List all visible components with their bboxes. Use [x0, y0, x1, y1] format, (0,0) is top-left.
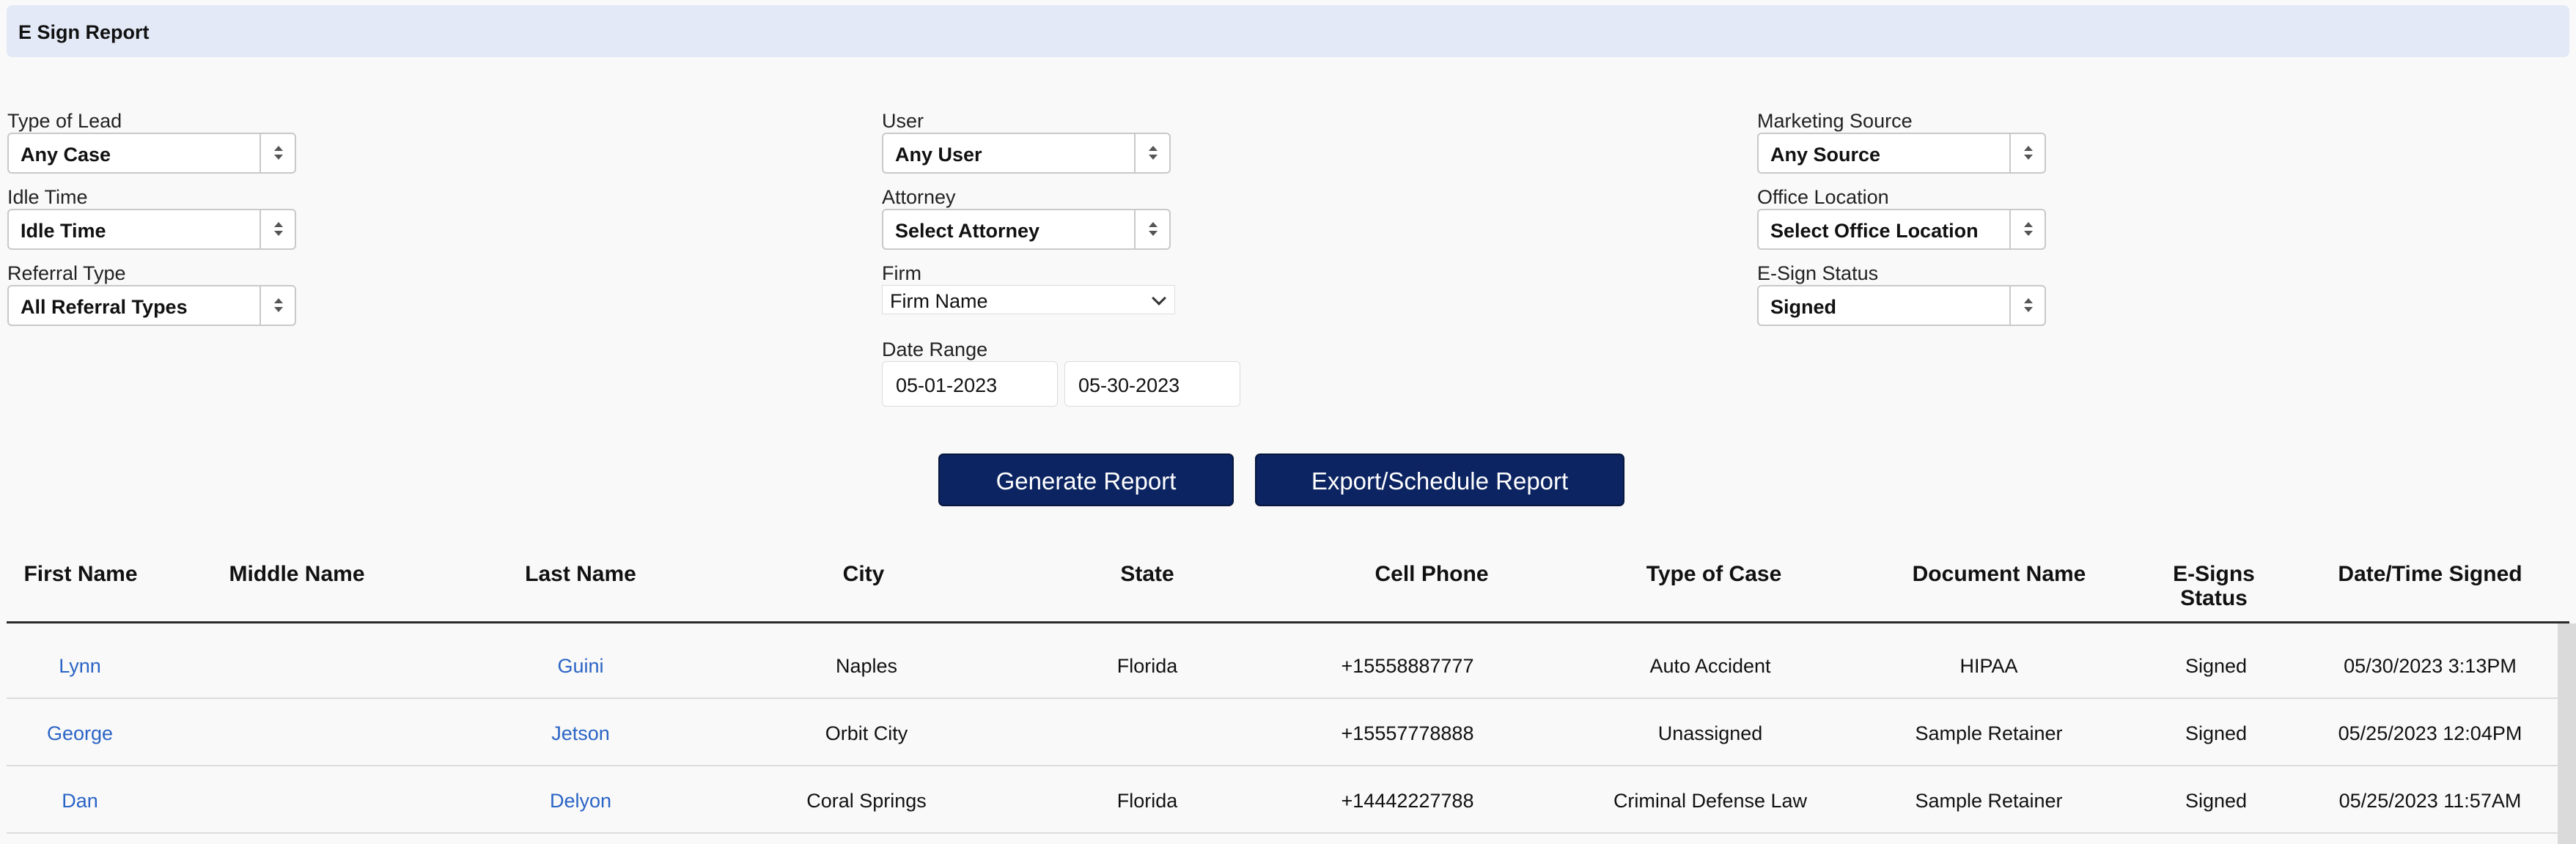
- cell-type-of-case: Unassigned: [1657, 722, 1763, 744]
- type-of-lead-select[interactable]: Any Case: [7, 133, 296, 174]
- select-arrows-icon: [1134, 210, 1169, 248]
- date-range-label: Date Range: [882, 338, 988, 360]
- col-header-esigns-status-line1: E-Signs: [2173, 562, 2255, 586]
- generate-report-button[interactable]: Generate Report: [938, 454, 1234, 506]
- type-of-lead-value: Any Case: [21, 144, 111, 166]
- type-of-lead-label: Type of Lead: [7, 110, 122, 132]
- office-location-label: Office Location: [1757, 186, 1889, 208]
- start-date-input[interactable]: 05-01-2023: [882, 361, 1058, 407]
- report-title-bar: E Sign Report: [7, 5, 2569, 57]
- cell-date-signed: 05/30/2023 3:13PM: [2344, 655, 2517, 677]
- col-header-esigns-status-line2: Status: [2180, 586, 2248, 610]
- idle-time-value: Idle Time: [21, 220, 106, 242]
- attorney-value: Select Attorney: [895, 220, 1040, 242]
- idle-time-select[interactable]: Idle Time: [7, 209, 296, 250]
- esign-status-label: E-Sign Status: [1757, 262, 1879, 284]
- cell-esign-status: Signed: [2185, 790, 2248, 812]
- end-date-input[interactable]: 05-30-2023: [1064, 361, 1240, 407]
- col-header-state[interactable]: State: [1074, 562, 1221, 586]
- cell-last-name[interactable]: Jetson: [493, 722, 669, 745]
- marketing-source-value: Any Source: [1770, 144, 1881, 166]
- cell-document-name: Sample Retainer: [1915, 790, 2063, 812]
- col-header-middle-name[interactable]: Middle Name: [213, 562, 381, 586]
- select-arrows-icon: [2009, 134, 2045, 172]
- office-location-select[interactable]: Select Office Location: [1757, 209, 2046, 250]
- cell-state: Florida: [1116, 790, 1178, 812]
- col-header-first-name[interactable]: First Name: [7, 562, 154, 586]
- page-title: E Sign Report: [18, 21, 150, 43]
- cell-document-name: HIPAA: [1959, 655, 2018, 677]
- end-date-value: 05-30-2023: [1078, 374, 1180, 396]
- cell-city: Orbit City: [825, 722, 908, 744]
- cell-cell-phone: +15558887777: [1341, 655, 1474, 677]
- cell-type-of-case: Criminal Defense Law: [1613, 790, 1808, 812]
- col-header-date-signed[interactable]: Date/Time Signed: [2313, 562, 2547, 586]
- col-header-cell-phone[interactable]: Cell Phone: [1358, 562, 1505, 586]
- cell-esign-status: Signed: [2185, 722, 2248, 744]
- select-arrows-icon: [260, 210, 295, 248]
- cell-cell-phone: +14442227788: [1341, 790, 1474, 812]
- firm-select[interactable]: Firm Name: [882, 285, 1175, 314]
- marketing-source-label: Marketing Source: [1757, 110, 1913, 132]
- table-scrollbar[interactable]: [2558, 623, 2576, 844]
- table-header-divider: [7, 621, 2569, 623]
- attorney-label: Attorney: [882, 186, 956, 208]
- referral-type-select[interactable]: All Referral Types: [7, 285, 296, 326]
- cell-last-name[interactable]: Guini: [493, 655, 669, 678]
- cell-city: Naples: [835, 655, 898, 677]
- col-header-esigns-status[interactable]: E-Signs Status: [2148, 562, 2280, 610]
- select-arrows-icon: [260, 134, 295, 172]
- cell-first-name[interactable]: Dan: [7, 790, 153, 812]
- cell-document-name: Sample Retainer: [1915, 722, 2063, 744]
- cell-type-of-case: Auto Accident: [1649, 655, 1771, 677]
- col-header-city[interactable]: City: [790, 562, 937, 586]
- cell-esign-status: Signed: [2185, 655, 2248, 677]
- select-arrows-icon: [2009, 210, 2045, 248]
- cell-city: Coral Springs: [806, 790, 927, 812]
- cell-last-name[interactable]: Delyon: [493, 790, 669, 812]
- col-header-type-of-case[interactable]: Type of Case: [1619, 562, 1809, 586]
- table-row: George Jetson Orbit City +15557778888 Un…: [7, 699, 2558, 766]
- select-arrows-icon: [2009, 286, 2045, 325]
- attorney-select[interactable]: Select Attorney: [882, 209, 1171, 250]
- esign-status-select[interactable]: Signed: [1757, 285, 2046, 326]
- table-row: Lynn Guini Naples Florida +15558887777 A…: [7, 632, 2558, 699]
- user-label: User: [882, 110, 924, 132]
- chevron-down-icon: [1152, 291, 1166, 306]
- cell-date-signed: 05/25/2023 12:04PM: [2338, 722, 2522, 744]
- export-schedule-report-button[interactable]: Export/Schedule Report: [1255, 454, 1624, 506]
- start-date-value: 05-01-2023: [896, 374, 998, 396]
- cell-first-name[interactable]: Lynn: [7, 655, 153, 678]
- col-header-document-name[interactable]: Document Name: [1893, 562, 2105, 586]
- select-arrows-icon: [1134, 134, 1169, 172]
- office-location-value: Select Office Location: [1770, 220, 1979, 242]
- cell-state: Florida: [1116, 655, 1178, 677]
- referral-type-value: All Referral Types: [21, 296, 188, 318]
- cell-first-name[interactable]: George: [7, 722, 153, 745]
- user-value: Any User: [895, 144, 982, 166]
- cell-date-signed: 05/25/2023 11:57AM: [2338, 790, 2522, 812]
- select-arrows-icon: [260, 286, 295, 325]
- table-row: Dan Delyon Coral Springs Florida +144422…: [7, 766, 2558, 834]
- marketing-source-select[interactable]: Any Source: [1757, 133, 2046, 174]
- firm-value: Firm Name: [890, 290, 988, 312]
- firm-label: Firm: [882, 262, 921, 284]
- referral-type-label: Referral Type: [7, 262, 126, 284]
- esign-status-value: Signed: [1770, 296, 1837, 318]
- idle-time-label: Idle Time: [7, 186, 88, 208]
- cell-cell-phone: +15557778888: [1341, 722, 1474, 744]
- user-select[interactable]: Any User: [882, 133, 1171, 174]
- col-header-last-name[interactable]: Last Name: [493, 562, 669, 586]
